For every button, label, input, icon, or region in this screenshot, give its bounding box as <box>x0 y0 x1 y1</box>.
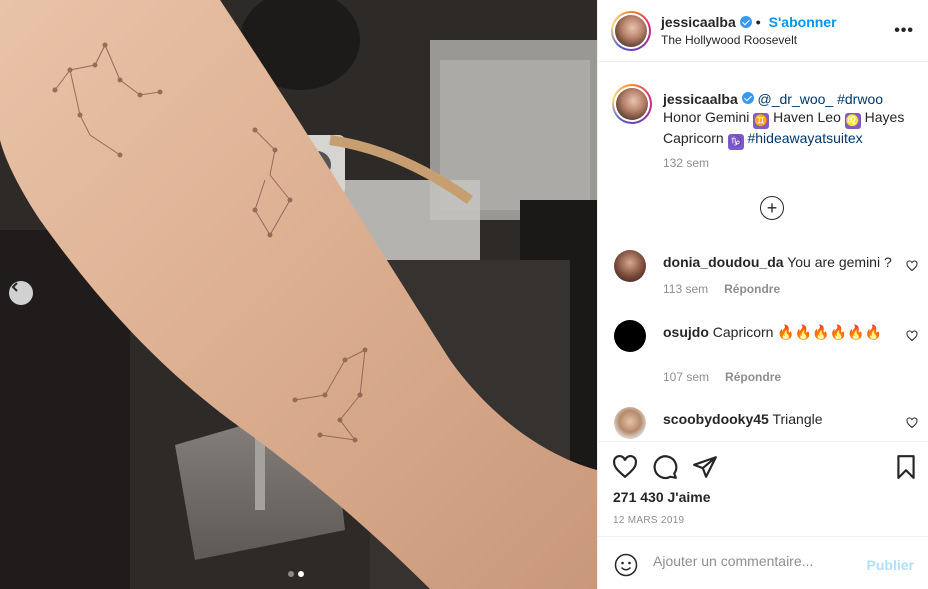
post-header: jessicaalba • S'abonner The Hollywood Ro… <box>598 0 928 62</box>
tattoo-arm-image <box>0 0 597 589</box>
add-comment-bar: Publier <box>598 536 928 589</box>
post-sidebar: jessicaalba • S'abonner The Hollywood Ro… <box>597 0 928 589</box>
comment-input[interactable] <box>653 553 853 569</box>
caption-hashtag[interactable]: #drwoo <box>837 91 883 107</box>
likes-count[interactable]: 271 430 J'aime <box>613 489 711 505</box>
caption-timestamp[interactable]: 132 sem <box>663 156 709 170</box>
caption-text: Capricorn <box>663 130 724 146</box>
carousel-prev-button[interactable] <box>9 281 33 305</box>
leo-emoji: ♌ <box>844 113 861 129</box>
comment-bubble-icon[interactable] <box>652 454 678 480</box>
post-date[interactable]: 12 MARS 2019 <box>613 515 684 526</box>
caption-username[interactable]: jessicaalba <box>663 91 738 107</box>
commenter-avatar[interactable] <box>614 250 646 282</box>
comment-body: scoobydooky45 Triangle <box>663 410 895 428</box>
verified-badge-icon <box>741 92 754 104</box>
caption-hashtag[interactable]: #hideawayatsuitex <box>747 130 862 146</box>
post-location[interactable]: The Hollywood Roosevelt <box>661 33 797 47</box>
emoji-smiley-icon[interactable] <box>614 553 638 577</box>
gemini-emoji: ♊ <box>753 113 770 129</box>
comment-body: donia_doudou_da You are gemini ? <box>663 253 895 271</box>
share-send-icon[interactable] <box>692 454 718 480</box>
like-heart-icon[interactable] <box>612 454 638 480</box>
author-avatar[interactable] <box>611 11 651 51</box>
reply-button[interactable]: Répondre <box>725 370 781 384</box>
author-username[interactable]: jessicaalba <box>661 14 736 30</box>
comment-timestamp[interactable]: 107 sem <box>663 370 709 384</box>
comments-list: jessicaalba @_dr_woo_ #drwoo Honor Gemin… <box>598 62 928 440</box>
comment-body: osujdo Capricorn 🔥🔥🔥🔥🔥🔥 <box>663 323 895 341</box>
comment-meta: 107 sem Répondre <box>663 370 781 384</box>
load-more-comments-button[interactable]: + <box>760 196 784 220</box>
publish-button[interactable]: Publier <box>867 557 914 573</box>
separator-dot: • <box>755 14 761 30</box>
caption-text: Honor Gemini <box>663 109 750 125</box>
caption-text: Hayes <box>864 109 905 125</box>
comment-like-heart-icon[interactable] <box>906 417 918 432</box>
more-options-icon[interactable]: ••• <box>894 22 914 40</box>
commenter-avatar[interactable] <box>614 320 646 352</box>
capricorn-emoji: ♑ <box>727 134 744 150</box>
save-bookmark-icon[interactable] <box>893 454 919 480</box>
caption-mention[interactable]: @_dr_woo_ <box>758 91 834 107</box>
comment-meta: 113 sem Répondre <box>663 282 780 296</box>
caption-avatar[interactable] <box>612 84 652 124</box>
chevron-left-icon <box>11 282 18 292</box>
post-caption: jessicaalba @_dr_woo_ #drwoo Honor Gemin… <box>663 90 915 150</box>
post-photo[interactable] <box>0 0 597 589</box>
comment-like-heart-icon[interactable] <box>906 260 918 275</box>
comment-timestamp[interactable]: 113 sem <box>663 282 708 296</box>
carousel-dot <box>288 571 294 577</box>
post-author: jessicaalba • S'abonner <box>661 14 837 30</box>
verified-badge-icon <box>739 16 752 28</box>
commenter-username[interactable]: donia_doudou_da <box>663 254 784 270</box>
comment-text: Triangle <box>772 411 823 427</box>
comment-like-heart-icon[interactable] <box>906 330 918 345</box>
follow-button[interactable]: S'abonner <box>769 14 837 30</box>
reply-button[interactable]: Répondre <box>724 282 780 296</box>
comment-text: Capricorn 🔥🔥🔥🔥🔥🔥 <box>712 324 882 340</box>
comment-text: You are gemini ? <box>787 254 892 270</box>
commenter-avatar[interactable] <box>614 407 646 439</box>
commenter-username[interactable]: scoobydooky45 <box>663 411 769 427</box>
post-actions: 271 430 J'aime 12 MARS 2019 <box>598 441 928 536</box>
commenter-username[interactable]: osujdo <box>663 324 709 340</box>
caption-text: Haven Leo <box>773 109 841 125</box>
carousel-dot-active <box>298 571 304 577</box>
carousel-indicator <box>288 571 304 577</box>
